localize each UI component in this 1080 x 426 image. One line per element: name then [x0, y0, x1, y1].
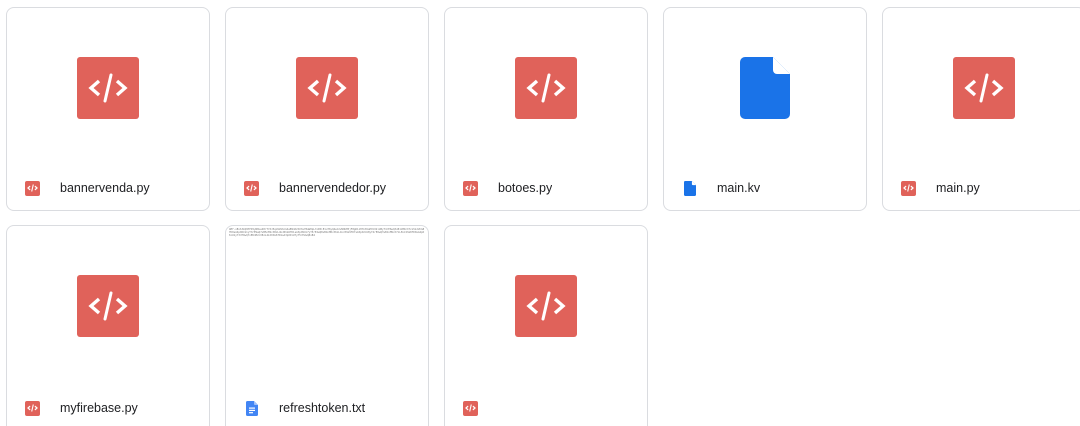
file-card-footer: botoes.py	[445, 174, 647, 202]
code-file-icon	[901, 180, 916, 196]
code-file-icon	[515, 57, 577, 119]
file-card-main-py[interactable]: main.py	[882, 7, 1080, 211]
file-card-botoes[interactable]: botoes.py	[444, 7, 648, 211]
file-card-main-kv[interactable]: main.kv	[663, 7, 867, 211]
file-thumbnail	[664, 8, 866, 168]
code-file-icon	[25, 400, 40, 416]
file-name: main.py	[936, 181, 980, 195]
file-card-footer: bannervenda.py	[7, 174, 209, 202]
file-name: refreshtoken.txt	[279, 401, 366, 415]
file-name: myfirebase.py	[60, 401, 138, 415]
file-thumbnail	[445, 8, 647, 168]
code-file-icon	[463, 400, 478, 416]
file-thumbnail	[7, 8, 209, 168]
file-card-footer: refreshtoken.txt	[226, 394, 428, 422]
code-file-icon	[515, 275, 577, 337]
file-card-footer: main.kv	[664, 174, 866, 202]
file-thumbnail	[883, 8, 1080, 168]
file-card-bannervenda[interactable]: bannervenda.py	[6, 7, 210, 211]
file-thumbnail	[226, 8, 428, 168]
file-name: bannervendedor.py	[279, 181, 387, 195]
text-preview: AMf-vBxS3kQ9HfP2yN8LwZ0rT7dJ5qU1mV6cG4eB…	[229, 228, 425, 238]
file-card-footer: main.py	[883, 174, 1080, 202]
code-file-icon	[244, 180, 259, 196]
file-card-footer: myfirebase.py	[7, 394, 209, 422]
code-file-icon	[463, 180, 478, 196]
file-thumbnail	[7, 226, 209, 386]
file-thumbnail	[445, 226, 647, 386]
file-card-refreshtoken[interactable]: AMf-vBxS3kQ9HfP2yN8LwZ0rT7dJ5qU1mV6cG4eB…	[225, 225, 429, 426]
file-name: botoes.py	[498, 181, 553, 195]
file-card-telas[interactable]	[444, 225, 648, 426]
generic-file-icon	[682, 180, 697, 196]
code-file-icon	[25, 180, 40, 196]
file-thumbnail: AMf-vBxS3kQ9HfP2yN8LwZ0rT7dJ5qU1mV6cG4eB…	[226, 226, 428, 386]
file-card-myfirebase[interactable]: myfirebase.py	[6, 225, 210, 426]
file-card-footer: bannervendedor.py	[226, 174, 428, 202]
code-file-icon	[953, 57, 1015, 119]
generic-file-icon	[740, 57, 790, 119]
code-file-icon	[77, 57, 139, 119]
file-card-footer	[445, 394, 647, 422]
code-file-icon	[77, 275, 139, 337]
code-file-icon	[296, 57, 358, 119]
file-card-bannervendedor[interactable]: bannervendedor.py	[225, 7, 429, 211]
file-grid: bannervenda.py bannervendedor.py botoes.…	[0, 0, 1080, 426]
text-document-icon	[244, 400, 259, 416]
file-name: main.kv	[717, 181, 761, 195]
file-name: bannervenda.py	[60, 181, 150, 195]
